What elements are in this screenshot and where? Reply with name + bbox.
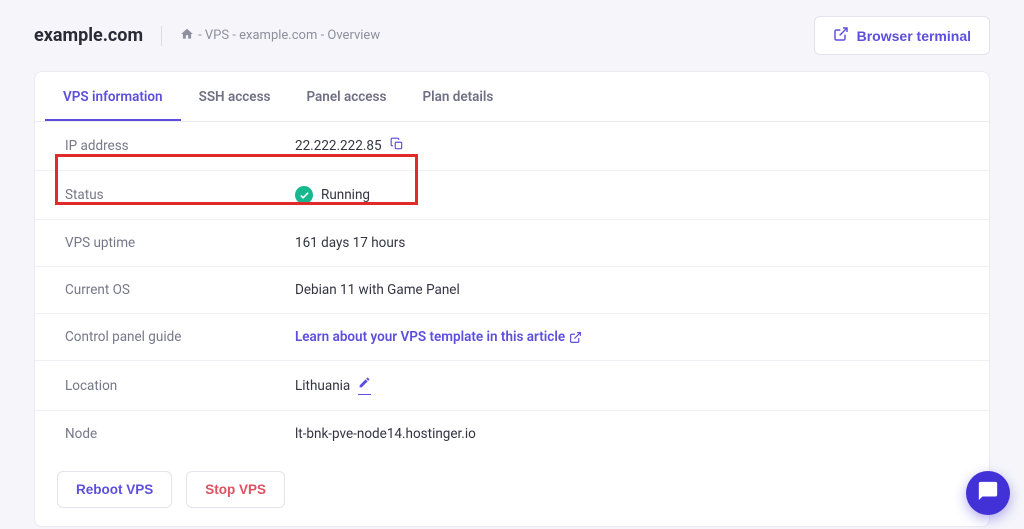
- reboot-vps-button[interactable]: Reboot VPS: [57, 471, 172, 508]
- row-ip-address: IP address 22.222.222.85: [35, 122, 989, 171]
- chat-widget-button[interactable]: [966, 471, 1010, 515]
- tab-panel-access[interactable]: Panel access: [288, 72, 404, 121]
- info-list: IP address 22.222.222.85 Status Running …: [35, 122, 989, 457]
- guide-label: Control panel guide: [65, 329, 295, 345]
- header-left: example.com - VPS - example.com - Overvi…: [34, 25, 380, 46]
- guide-link-text: Learn about your VPS template in this ar…: [295, 329, 565, 345]
- node-label: Node: [65, 426, 295, 442]
- row-node: Node lt-bnk-pve-node14.hostinger.io: [35, 411, 989, 457]
- uptime-value: 161 days 17 hours: [295, 235, 405, 251]
- vps-card: VPS information SSH access Panel access …: [34, 71, 990, 527]
- page-title: example.com: [34, 25, 143, 46]
- browser-terminal-button[interactable]: Browser terminal: [814, 16, 990, 55]
- ip-value-wrap: 22.222.222.85: [295, 137, 404, 155]
- uptime-label: VPS uptime: [65, 235, 295, 251]
- chat-icon: [977, 480, 999, 506]
- status-check-icon: [295, 186, 313, 204]
- stop-vps-button[interactable]: Stop VPS: [186, 471, 285, 508]
- os-label: Current OS: [65, 282, 295, 298]
- row-guide: Control panel guide Learn about your VPS…: [35, 314, 989, 361]
- copy-icon[interactable]: [390, 137, 404, 155]
- location-value: Lithuania: [295, 378, 350, 394]
- browser-terminal-label: Browser terminal: [857, 28, 971, 44]
- location-value-wrap: Lithuania: [295, 376, 371, 395]
- ip-value: 22.222.222.85: [295, 138, 382, 154]
- tab-ssh-access[interactable]: SSH access: [181, 72, 289, 121]
- guide-link[interactable]: Learn about your VPS template in this ar…: [295, 329, 582, 345]
- row-location: Location Lithuania: [35, 361, 989, 411]
- header-divider: [161, 26, 162, 46]
- status-value-wrap: Running: [295, 186, 370, 204]
- guide-value-wrap: Learn about your VPS template in this ar…: [295, 329, 582, 345]
- row-status: Status Running: [35, 171, 989, 220]
- tabs: VPS information SSH access Panel access …: [35, 72, 989, 122]
- location-label: Location: [65, 378, 295, 394]
- breadcrumb-text: - VPS - example.com - Overview: [198, 28, 380, 43]
- status-label: Status: [65, 187, 295, 203]
- tab-vps-information[interactable]: VPS information: [45, 72, 181, 121]
- action-bar: Reboot VPS Stop VPS: [35, 457, 989, 526]
- edit-location-icon[interactable]: [358, 376, 371, 395]
- row-os: Current OS Debian 11 with Game Panel: [35, 267, 989, 314]
- external-link-icon: [569, 331, 582, 344]
- ip-label: IP address: [65, 138, 295, 154]
- external-link-icon: [833, 26, 849, 45]
- home-icon: [180, 27, 194, 45]
- node-value: lt-bnk-pve-node14.hostinger.io: [295, 426, 476, 442]
- page-header: example.com - VPS - example.com - Overvi…: [0, 0, 1024, 71]
- row-uptime: VPS uptime 161 days 17 hours: [35, 220, 989, 267]
- tab-plan-details[interactable]: Plan details: [404, 72, 511, 121]
- status-value: Running: [321, 187, 370, 203]
- breadcrumb[interactable]: - VPS - example.com - Overview: [180, 27, 380, 45]
- os-value: Debian 11 with Game Panel: [295, 282, 460, 298]
